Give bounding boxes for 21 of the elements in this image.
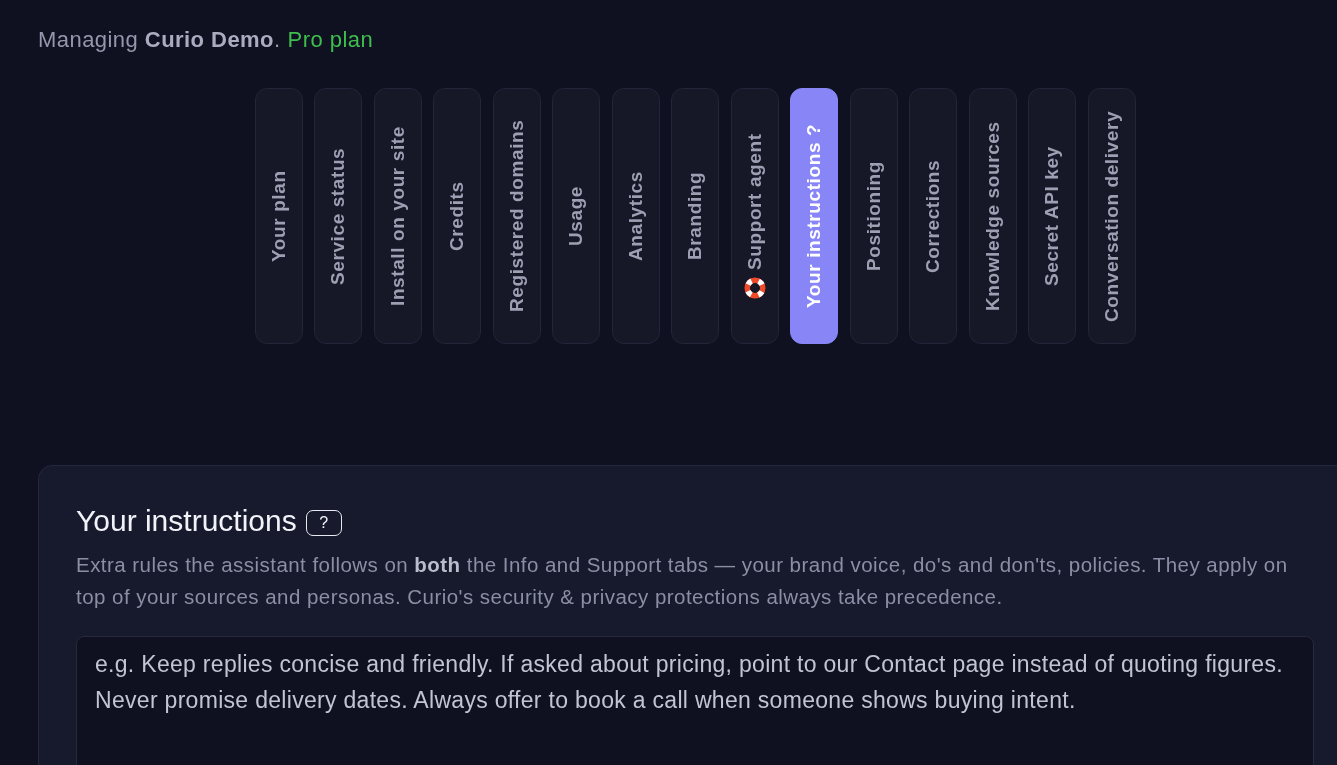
settings-tab[interactable]: Your plan — [254, 88, 303, 344]
settings-tab[interactable]: Secret API key — [1028, 88, 1076, 344]
panel-description: Extra rules the assistant follows on both the Info and Support tabs — your brand voice, do's and don'ts, policies. They apply on top of your sources and personas. Curio's security & privacy protections always take precedence. — [76, 552, 1289, 610]
settings-tab[interactable]: Analytics — [611, 88, 660, 344]
panel-title: Your instructions — [76, 503, 297, 539]
settings-tab[interactable]: Corrections — [909, 88, 957, 344]
settings-tab[interactable]: Branding — [671, 88, 719, 344]
settings-tab[interactable]: Support agent — [730, 88, 779, 344]
help-button[interactable]: ? — [305, 510, 342, 536]
settings-tab[interactable]: Credits — [433, 88, 481, 344]
settings-tab[interactable]: Positioning — [849, 88, 898, 344]
settings-tab[interactable]: Usage — [552, 88, 600, 344]
lifebuoy-icon — [743, 276, 766, 299]
settings-tab[interactable]: Knowledge sources — [968, 88, 1017, 344]
settings-tab[interactable]: Registered domains — [492, 88, 541, 344]
settings-tab[interactable]: Install on your site — [373, 88, 422, 344]
settings-tab[interactable]: Conversation delivery — [1087, 88, 1136, 344]
managing-account-text: Managing Curio Demo. — [38, 26, 281, 54]
plan-label: Pro plan — [287, 26, 374, 54]
settings-tab[interactable]: Service status — [314, 88, 362, 344]
instructions-field[interactable]: e.g. Keep replies concise and friendly. If asked about pricing, point to our Contact page instead of quoting figures. Never promise delivery dates. Always offer to book a call when someone shows buying intent. — [76, 636, 1314, 765]
